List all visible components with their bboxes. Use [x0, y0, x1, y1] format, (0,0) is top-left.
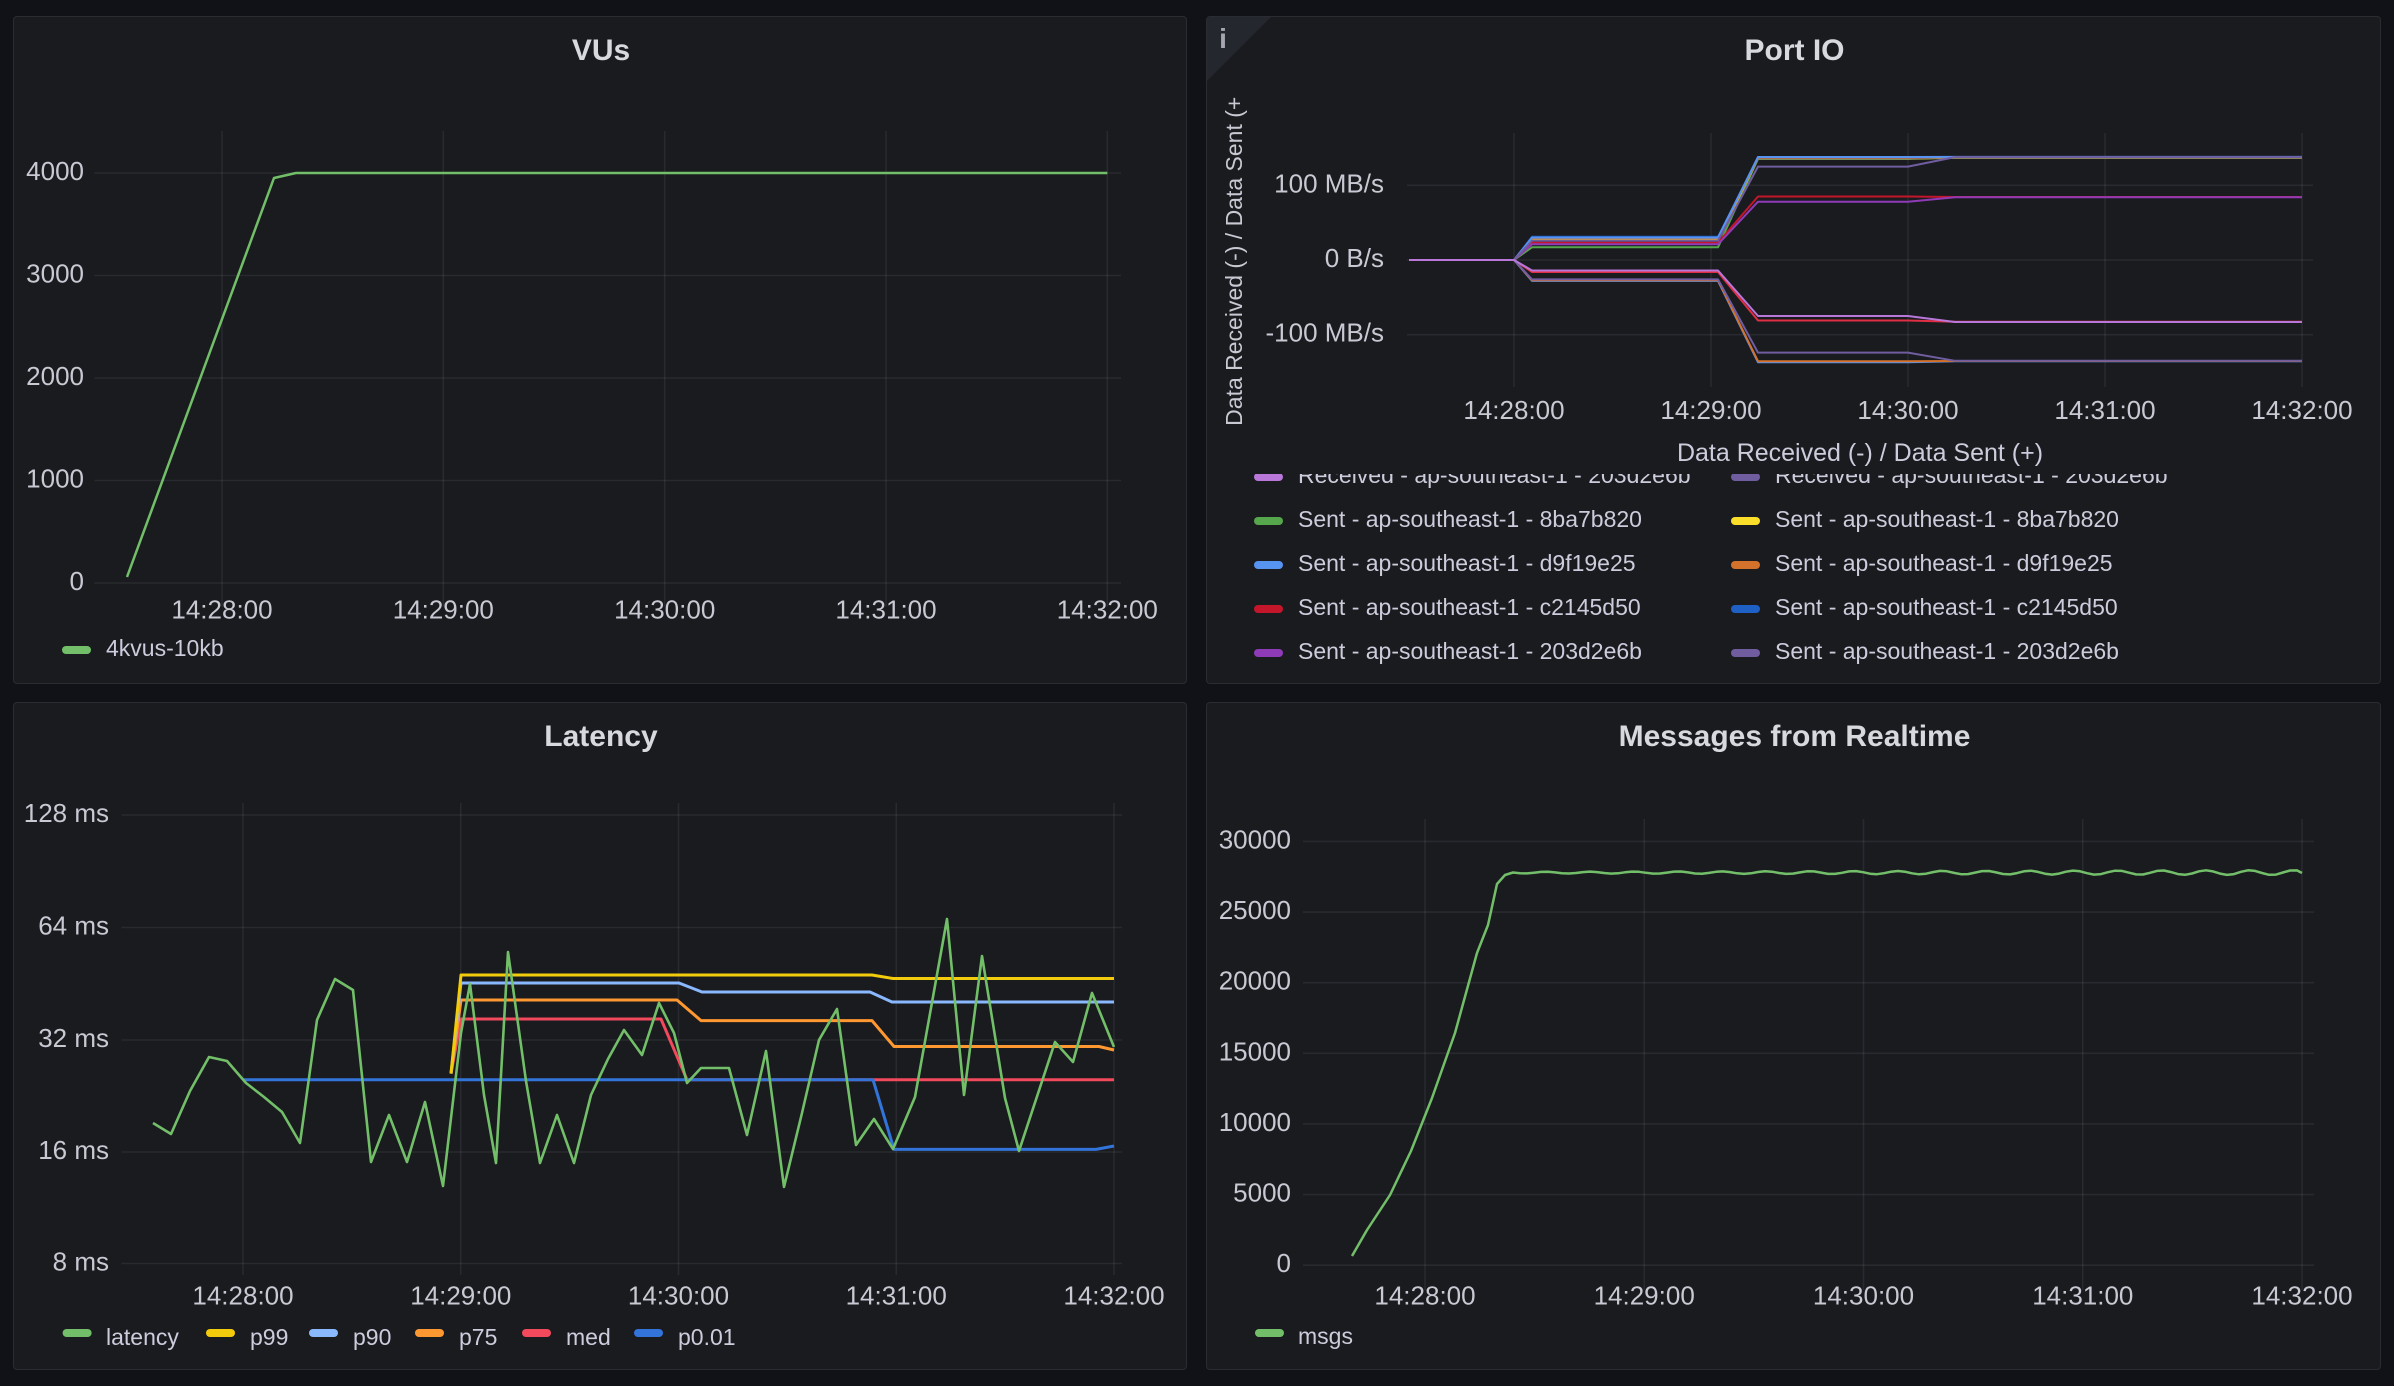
svg-text:Data Received (-) / Data Sent: Data Received (-) / Data Sent (+) — [1677, 439, 2043, 467]
svg-text:3000: 3000 — [26, 259, 84, 289]
svg-text:14:29:00: 14:29:00 — [410, 1281, 511, 1311]
svg-text:Sent - ap-southeast-1 - d9f19e: Sent - ap-southeast-1 - d9f19e25 — [1298, 550, 1636, 576]
svg-text:14:29:00: 14:29:00 — [1660, 395, 1761, 425]
svg-text:VUs: VUs — [572, 34, 630, 67]
svg-text:Sent - ap-southeast-1 - 8ba7b8: Sent - ap-southeast-1 - 8ba7b820 — [1298, 506, 1642, 532]
svg-text:14:30:00: 14:30:00 — [628, 1281, 729, 1311]
svg-text:14:31:00: 14:31:00 — [2032, 1281, 2133, 1311]
svg-text:4kvus-10kb: 4kvus-10kb — [106, 635, 224, 661]
svg-text:32 ms: 32 ms — [38, 1023, 109, 1053]
svg-text:p0.01: p0.01 — [678, 1324, 736, 1350]
svg-text:8 ms: 8 ms — [53, 1247, 109, 1277]
svg-text:128 ms: 128 ms — [24, 798, 109, 828]
svg-text:i: i — [1219, 23, 1227, 54]
svg-text:14:30:00: 14:30:00 — [1857, 395, 1958, 425]
svg-text:14:29:00: 14:29:00 — [1594, 1281, 1695, 1311]
svg-text:14:28:00: 14:28:00 — [192, 1281, 293, 1311]
svg-text:14:30:00: 14:30:00 — [1813, 1281, 1914, 1311]
svg-text:-100 MB/s: -100 MB/s — [1266, 318, 1385, 348]
svg-text:Sent - ap-southeast-1 - c2145d: Sent - ap-southeast-1 - c2145d50 — [1298, 594, 1641, 620]
svg-text:p75: p75 — [459, 1324, 497, 1350]
svg-text:p90: p90 — [353, 1324, 391, 1350]
svg-text:20000: 20000 — [1219, 966, 1291, 996]
svg-text:14:32:00: 14:32:00 — [2251, 1281, 2352, 1311]
svg-text:30000: 30000 — [1219, 825, 1291, 855]
svg-text:14:28:00: 14:28:00 — [171, 595, 272, 625]
svg-text:Sent - ap-southeast-1 - c2145d: Sent - ap-southeast-1 - c2145d50 — [1775, 594, 2118, 620]
svg-text:14:32:00: 14:32:00 — [2251, 395, 2352, 425]
svg-text:Sent - ap-southeast-1 - 203d2e: Sent - ap-southeast-1 - 203d2e6b — [1775, 638, 2119, 664]
svg-text:Latency: Latency — [544, 720, 658, 753]
svg-text:25000: 25000 — [1219, 895, 1291, 925]
svg-text:Messages from Realtime: Messages from Realtime — [1619, 720, 1971, 753]
svg-text:14:31:00: 14:31:00 — [835, 595, 936, 625]
svg-text:Sent - ap-southeast-1 - d9f19e: Sent - ap-southeast-1 - d9f19e25 — [1775, 550, 2113, 576]
svg-text:14:31:00: 14:31:00 — [2054, 395, 2155, 425]
svg-text:p99: p99 — [250, 1324, 288, 1350]
svg-text:14:32:00: 14:32:00 — [1057, 595, 1158, 625]
svg-text:2000: 2000 — [26, 361, 84, 391]
svg-text:5000: 5000 — [1233, 1178, 1291, 1208]
svg-text:Received - ap-southeast-1 - 20: Received - ap-southeast-1 - 203d2e6b — [1298, 462, 1691, 488]
svg-text:64 ms: 64 ms — [38, 911, 109, 941]
svg-text:latency: latency — [106, 1324, 179, 1350]
svg-text:0: 0 — [1277, 1248, 1291, 1278]
svg-text:100 MB/s: 100 MB/s — [1274, 168, 1384, 198]
svg-text:14:32:00: 14:32:00 — [1063, 1281, 1164, 1311]
svg-text:0 B/s: 0 B/s — [1325, 243, 1384, 273]
svg-text:Sent - ap-southeast-1 - 8ba7b8: Sent - ap-southeast-1 - 8ba7b820 — [1775, 506, 2119, 532]
svg-text:14:31:00: 14:31:00 — [846, 1281, 947, 1311]
svg-text:msgs: msgs — [1298, 1323, 1353, 1349]
svg-text:0: 0 — [70, 566, 84, 596]
svg-text:Sent - ap-southeast-1 - 203d2e: Sent - ap-southeast-1 - 203d2e6b — [1298, 638, 1642, 664]
svg-text:Data Received (-) / Data Sent: Data Received (-) / Data Sent (+) — [1221, 89, 1247, 426]
svg-text:15000: 15000 — [1219, 1036, 1291, 1066]
svg-text:14:29:00: 14:29:00 — [393, 595, 494, 625]
svg-text:14:28:00: 14:28:00 — [1463, 395, 1564, 425]
svg-text:1000: 1000 — [26, 464, 84, 494]
svg-text:14:30:00: 14:30:00 — [614, 595, 715, 625]
svg-text:14:28:00: 14:28:00 — [1374, 1281, 1475, 1311]
svg-text:Port IO: Port IO — [1744, 34, 1844, 67]
svg-text:16 ms: 16 ms — [38, 1135, 109, 1165]
svg-text:4000: 4000 — [26, 156, 84, 186]
svg-text:med: med — [566, 1324, 611, 1350]
svg-text:10000: 10000 — [1219, 1107, 1291, 1137]
